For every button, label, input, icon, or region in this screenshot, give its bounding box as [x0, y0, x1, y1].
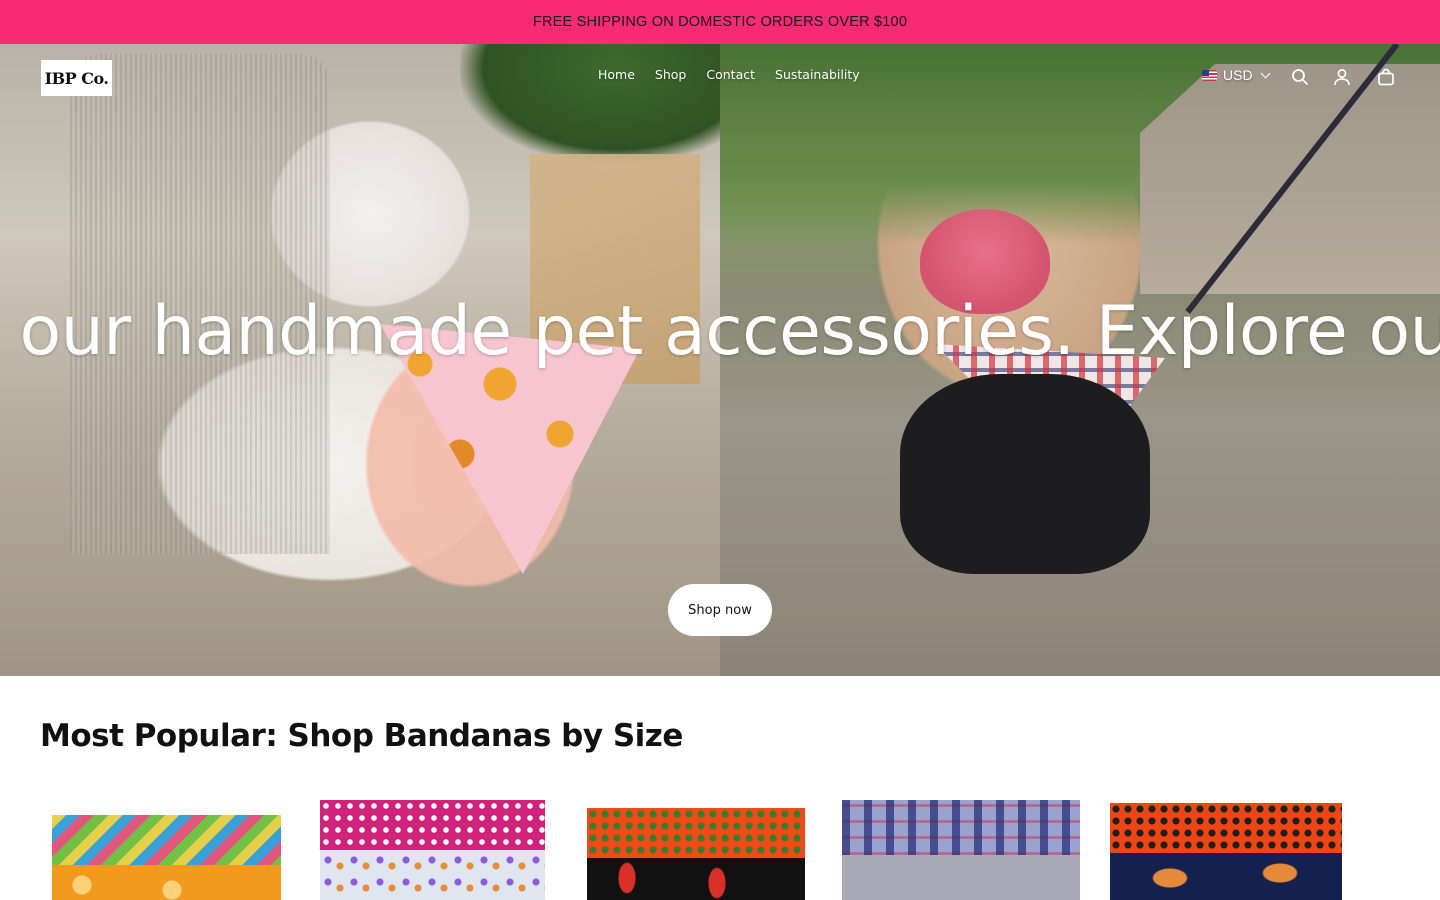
- search-button[interactable]: [1289, 66, 1311, 88]
- nav-contact[interactable]: Contact: [706, 67, 755, 82]
- account-button[interactable]: [1331, 66, 1353, 88]
- nav-sustainability[interactable]: Sustainability: [775, 67, 860, 82]
- product-card-2[interactable]: [320, 800, 545, 900]
- product-card-3[interactable]: [587, 800, 805, 900]
- cart-button[interactable]: [1375, 66, 1397, 88]
- announcement-text: FREE SHIPPING ON DOMESTIC ORDERS OVER $1…: [532, 14, 908, 30]
- hero-banner: ore our handmade pet accessories. Explor…: [0, 44, 1440, 676]
- chevron-down-icon: [1260, 68, 1271, 78]
- nav-home[interactable]: Home: [598, 67, 635, 82]
- currency-selector[interactable]: USD: [1202, 67, 1271, 83]
- product-card-4[interactable]: [842, 800, 1080, 900]
- search-icon: [1292, 69, 1308, 85]
- us-flag-icon: [1202, 69, 1217, 81]
- main-nav: Home Shop Contact Sustainability: [598, 67, 860, 82]
- product-grid: [40, 800, 1360, 900]
- hero-marquee-text: ore our handmade pet accessories. Explor…: [0, 292, 1440, 371]
- product-card-1[interactable]: [52, 800, 281, 900]
- nav-shop[interactable]: Shop: [655, 67, 686, 82]
- product-card-5[interactable]: [1110, 800, 1342, 900]
- account-icon: [1334, 69, 1350, 86]
- shop-now-button[interactable]: Shop now: [668, 584, 772, 636]
- site-logo[interactable]: IBP Co.: [41, 60, 112, 96]
- announcement-bar: FREE SHIPPING ON DOMESTIC ORDERS OVER $1…: [0, 0, 1440, 44]
- section-title: Most Popular: Shop Bandanas by Size: [40, 718, 683, 754]
- cart-icon: [1378, 68, 1394, 86]
- currency-label: USD: [1223, 67, 1253, 83]
